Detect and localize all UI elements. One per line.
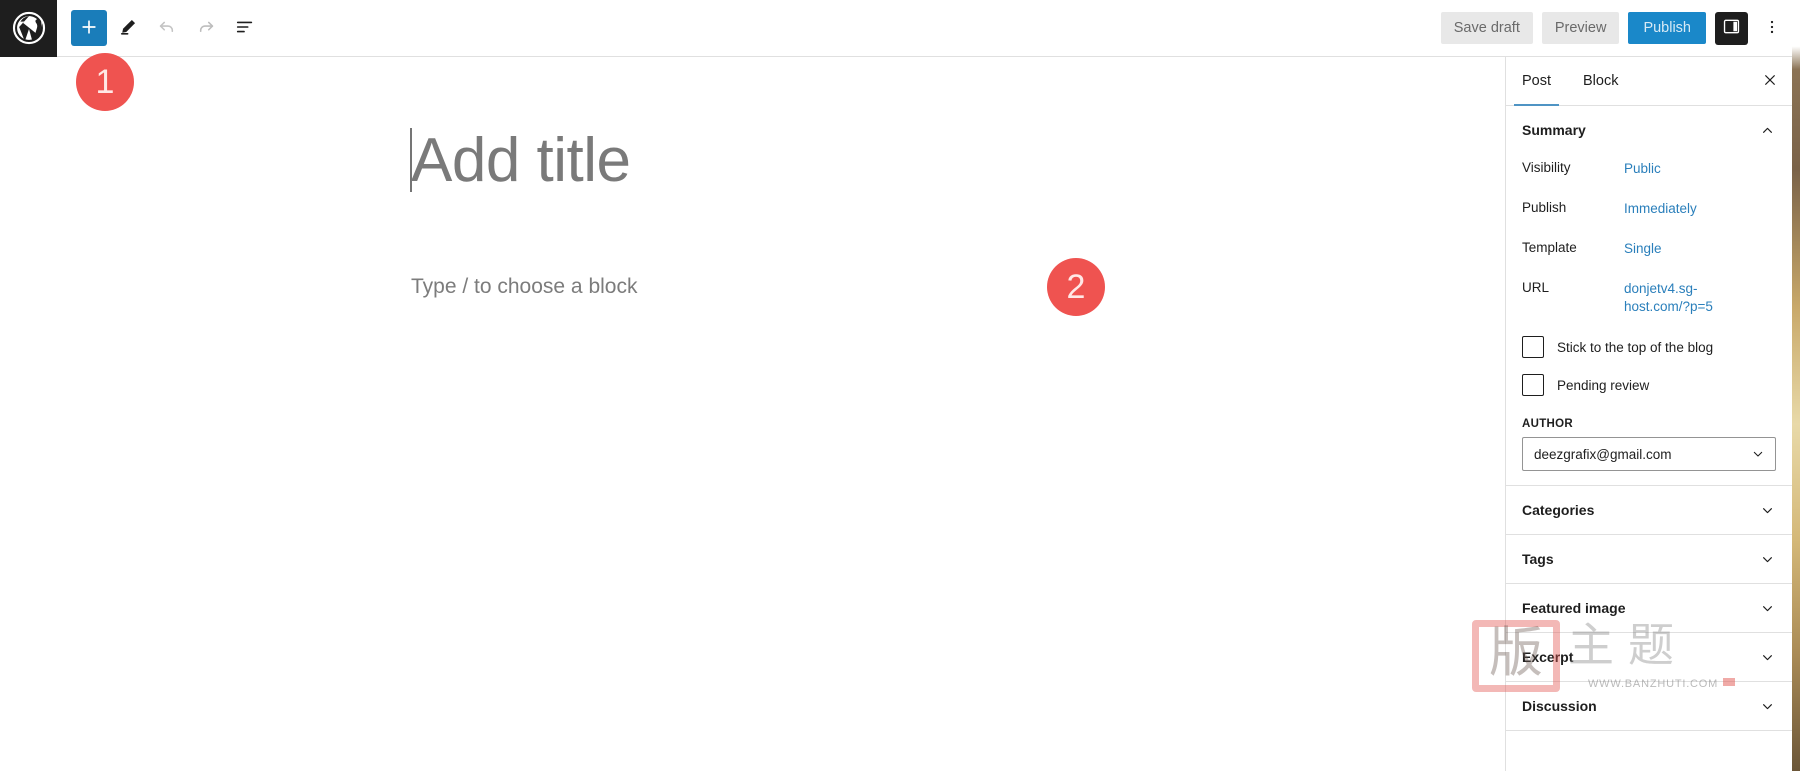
chevron-down-icon <box>1759 600 1776 617</box>
chevron-down-icon <box>1759 698 1776 715</box>
close-sidebar-button[interactable] <box>1748 57 1792 105</box>
pending-review-checkbox[interactable] <box>1522 374 1544 397</box>
close-icon <box>1762 72 1778 91</box>
panel-excerpt-title: Excerpt <box>1522 649 1574 666</box>
chevron-down-icon <box>1759 551 1776 568</box>
panel-discussion-header[interactable]: Discussion <box>1506 682 1792 730</box>
header-actions: Save draft Preview Publish <box>1440 11 1800 45</box>
vertical-ellipsis-icon <box>1763 18 1781 39</box>
plus-icon <box>79 17 99 40</box>
annotation-marker-2: 2 <box>1047 258 1105 316</box>
save-draft-button[interactable]: Save draft <box>1440 12 1533 44</box>
panel-summary-body: Visibility Public Publish Immediately Te… <box>1506 154 1792 485</box>
pending-review-checkbox-label: Pending review <box>1557 377 1650 393</box>
summary-row-visibility: Visibility Public <box>1522 154 1776 194</box>
chevron-up-icon <box>1759 122 1776 139</box>
undo-arrow-icon <box>156 16 178 41</box>
annotation-marker-1: 1 <box>76 53 134 111</box>
panel-featured-image-title: Featured image <box>1522 600 1626 617</box>
panel-discussion-title: Discussion <box>1522 698 1597 715</box>
summary-row-template: Template Single <box>1522 234 1776 274</box>
author-field-label: AUTHOR <box>1522 418 1573 431</box>
summary-label-url: URL <box>1522 280 1550 295</box>
author-select[interactable]: deezgrafix@gmail.com <box>1522 437 1776 472</box>
panel-categories-title: Categories <box>1522 502 1595 519</box>
panel-categories-header[interactable]: Categories <box>1506 486 1792 534</box>
panel-tags: Tags <box>1506 535 1792 585</box>
list-view-icon <box>234 16 256 41</box>
wordpress-logo-button[interactable] <box>0 0 57 57</box>
tab-post[interactable]: Post <box>1506 57 1567 106</box>
panel-categories: Categories <box>1506 486 1792 536</box>
panel-tags-title: Tags <box>1522 551 1554 568</box>
summary-label-publish: Publish <box>1522 200 1567 215</box>
wordpress-logo-icon <box>12 11 46 45</box>
sticky-checkbox[interactable] <box>1522 336 1544 359</box>
summary-row-url: URL donjetv4.sg-host.com/?p=5 <box>1522 274 1776 320</box>
undo-button[interactable] <box>149 10 185 46</box>
summary-label-template: Template <box>1522 240 1577 255</box>
editor-canvas: Add title Type / to choose a block <box>0 57 1505 771</box>
checkbox-row-pending-review[interactable]: Pending review <box>1522 374 1776 397</box>
panel-tags-header[interactable]: Tags <box>1506 535 1792 583</box>
summary-value-visibility[interactable]: Public <box>1624 158 1661 178</box>
summary-value-template[interactable]: Single <box>1624 238 1662 258</box>
redo-arrow-icon <box>195 16 217 41</box>
settings-sidebar-toggle[interactable] <box>1715 11 1748 45</box>
window-right-edge-strip <box>1792 0 1800 771</box>
panel-excerpt-header[interactable]: Excerpt <box>1506 633 1792 681</box>
sidebar-tablist: Post Block <box>1506 57 1792 106</box>
panel-summary: Summary Visibility Public Publish Immedi… <box>1506 106 1792 487</box>
sidebar-panel-icon <box>1722 17 1741 39</box>
checkbox-row-sticky[interactable]: Stick to the top of the blog <box>1522 336 1776 359</box>
header-toolbar-left <box>57 10 263 46</box>
block-inserter-toggle[interactable] <box>71 10 107 46</box>
preview-button[interactable]: Preview <box>1541 12 1620 44</box>
settings-sidebar: Post Block Summary Visibility Public Pub… <box>1505 57 1792 771</box>
summary-value-publish[interactable]: Immediately <box>1624 198 1697 218</box>
pencil-icon <box>117 16 139 41</box>
default-block-placeholder[interactable]: Type / to choose a block <box>411 275 637 299</box>
panel-featured-image-header[interactable]: Featured image <box>1506 584 1792 632</box>
panel-excerpt: Excerpt <box>1506 633 1792 683</box>
redo-button[interactable] <box>188 10 224 46</box>
panel-summary-title: Summary <box>1522 122 1586 138</box>
sticky-checkbox-label: Stick to the top of the blog <box>1557 339 1714 355</box>
summary-label-visibility: Visibility <box>1522 160 1571 175</box>
tools-toggle-button[interactable] <box>110 10 146 46</box>
options-menu-button[interactable] <box>1757 12 1787 45</box>
panel-summary-header[interactable]: Summary <box>1506 106 1792 154</box>
chevron-down-icon <box>1750 446 1766 462</box>
tab-block[interactable]: Block <box>1567 57 1634 105</box>
author-select-value: deezgrafix@gmail.com <box>1534 446 1672 462</box>
summary-value-url[interactable]: donjetv4.sg-host.com/?p=5 <box>1624 278 1742 316</box>
summary-row-publish: Publish Immediately <box>1522 194 1776 234</box>
panel-discussion: Discussion <box>1506 682 1792 732</box>
chevron-down-icon <box>1759 502 1776 519</box>
editor-header: Save draft Preview Publish <box>0 0 1800 57</box>
list-view-toggle[interactable] <box>227 10 263 46</box>
chevron-down-icon <box>1759 649 1776 666</box>
publish-button[interactable]: Publish <box>1628 12 1706 44</box>
post-title-input[interactable]: Add title <box>411 125 631 196</box>
panel-featured-image: Featured image <box>1506 584 1792 634</box>
